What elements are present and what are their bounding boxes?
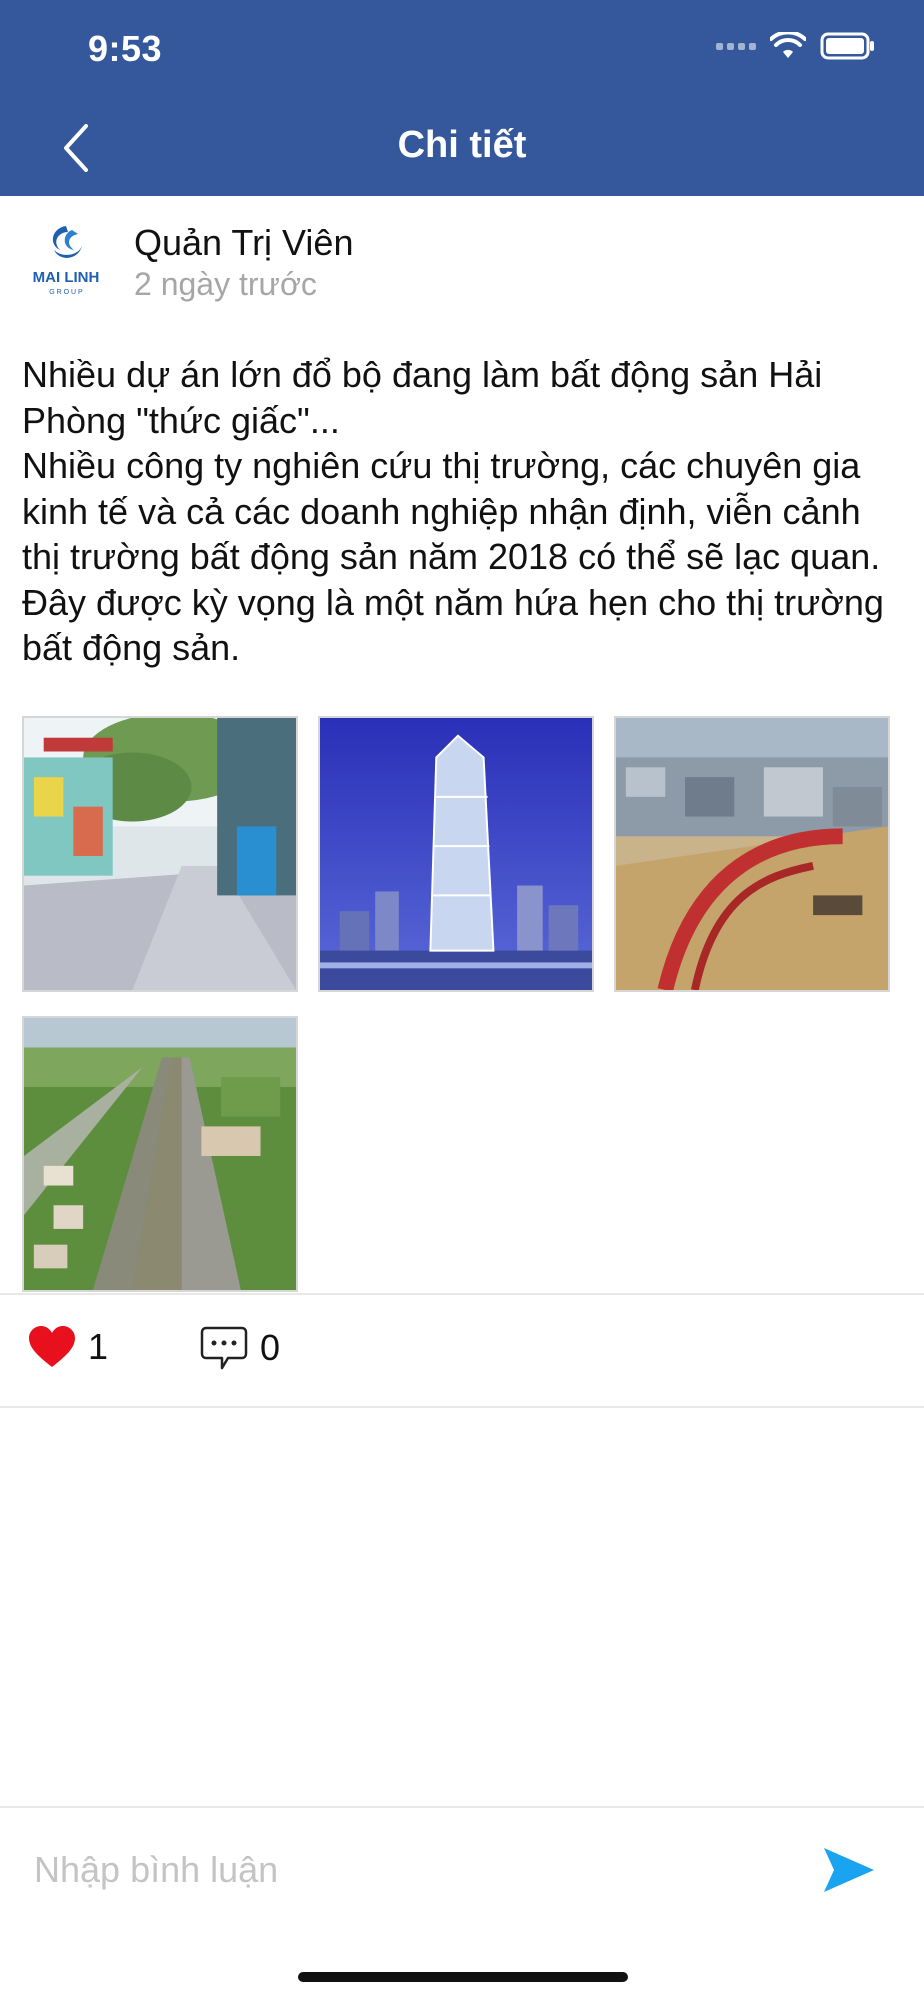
status-time: 9:53 <box>88 28 163 69</box>
status-icons <box>716 32 876 60</box>
author-name[interactable]: Quản Trị Viên <box>134 222 353 264</box>
post-image-canal-road[interactable] <box>22 1016 298 1292</box>
svg-text:MAI LINH: MAI LINH <box>33 269 100 286</box>
comment-bar <box>0 1806 924 1926</box>
header-bar: 9:53 Chi tiết <box>0 0 924 196</box>
comment-count: 0 <box>260 1327 281 1368</box>
comment-button[interactable]: 0 <box>200 1326 280 1370</box>
comment-input[interactable] <box>34 1840 794 1900</box>
post-image-tower[interactable] <box>318 716 594 992</box>
wifi-icon <box>770 32 806 58</box>
page-title: Chi tiết <box>397 124 527 166</box>
heart-icon <box>29 1326 75 1367</box>
post-headline: Nhiều dự án lớn đổ bộ đang làm bất động … <box>22 354 823 441</box>
post-image-street[interactable] <box>22 716 298 992</box>
svg-text:G R O U P: G R O U P <box>49 289 83 296</box>
mai-linh-logo-avatar[interactable]: MAI LINH G R O U P <box>22 220 110 300</box>
like-count: 1 <box>88 1326 109 1367</box>
home-indicator <box>298 1972 628 1982</box>
post-body: Nhiều công ty nghiên cứu thị trường, các… <box>22 445 884 668</box>
like-button[interactable]: 1 <box>28 1326 108 1368</box>
comment-bubble-icon <box>200 1326 248 1370</box>
divider-bottom <box>0 1406 924 1408</box>
divider-top <box>0 1293 924 1295</box>
post-timestamp: 2 ngày trước <box>134 266 317 302</box>
post-content: Nhiều dự án lớn đổ bộ đang làm bất động … <box>22 352 902 671</box>
battery-icon <box>820 32 874 60</box>
send-button[interactable] <box>822 1846 876 1894</box>
cellular-signal-icon <box>716 42 756 50</box>
post-image-river-bridge[interactable] <box>614 716 890 992</box>
post-author: MAI LINH G R O U P Quản Trị Viên 2 ngày … <box>0 196 924 306</box>
